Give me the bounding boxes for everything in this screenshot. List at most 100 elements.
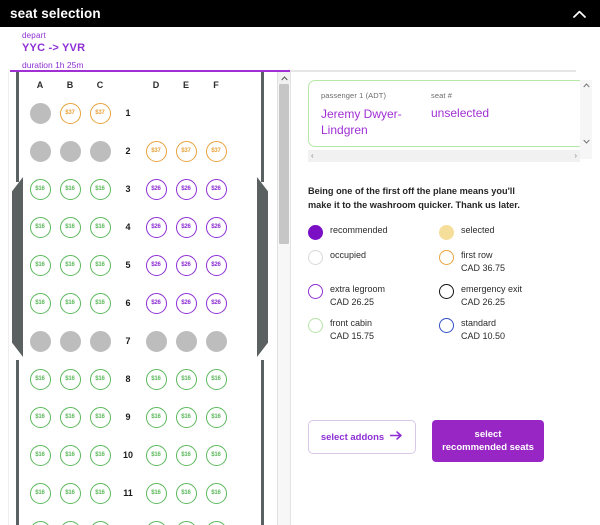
seat-11A[interactable]: $16 bbox=[29, 482, 51, 504]
seat-1C[interactable]: $37 bbox=[89, 102, 111, 124]
seat-10F[interactable]: $16 bbox=[205, 444, 227, 466]
seat-8B[interactable]: $16 bbox=[59, 368, 81, 390]
seat-1B[interactable]: $37 bbox=[59, 102, 81, 124]
seat-11F[interactable]: $16 bbox=[205, 482, 227, 504]
seat-3E[interactable]: $26 bbox=[175, 178, 197, 200]
seat-12F[interactable]: $16 bbox=[205, 520, 227, 525]
passenger-vertical-scrollbar[interactable] bbox=[580, 80, 592, 159]
row-number: 4 bbox=[125, 222, 131, 232]
seat-10D[interactable]: $16 bbox=[145, 444, 167, 466]
seat-2F[interactable]: $37 bbox=[205, 140, 227, 162]
seat-10E[interactable]: $16 bbox=[175, 444, 197, 466]
row-number: 7 bbox=[125, 336, 131, 346]
seat-3B[interactable]: $16 bbox=[59, 178, 81, 200]
seat-6E[interactable]: $26 bbox=[175, 292, 197, 314]
seat-4B[interactable]: $16 bbox=[59, 216, 81, 238]
seat-12D[interactable]: $16 bbox=[145, 520, 167, 525]
seat-row: 7 bbox=[25, 322, 257, 360]
seat-11C[interactable]: $16 bbox=[89, 482, 111, 504]
seat-2D[interactable]: $37 bbox=[145, 140, 167, 162]
legend-text-block: first row CAD 36.75 bbox=[461, 249, 505, 274]
seat-cell: $16 bbox=[141, 444, 171, 466]
seat-9F[interactable]: $16 bbox=[205, 406, 227, 428]
seat-6F[interactable]: $26 bbox=[205, 292, 227, 314]
seatmap-scrollbar[interactable] bbox=[277, 72, 290, 525]
seat-12B[interactable]: $16 bbox=[59, 520, 81, 525]
legend-item-selected[interactable]: selected bbox=[439, 224, 586, 240]
seat-12A[interactable]: $16 bbox=[29, 520, 51, 525]
fuselage-left-top bbox=[16, 72, 19, 182]
row-number: 6 bbox=[125, 298, 131, 308]
seat-cell: $37 bbox=[85, 102, 115, 124]
seat-6C[interactable]: $16 bbox=[89, 292, 111, 314]
seat-8C[interactable]: $16 bbox=[89, 368, 111, 390]
legend-swatch bbox=[439, 250, 454, 265]
seat-8F[interactable]: $16 bbox=[205, 368, 227, 390]
seat-8D[interactable]: $16 bbox=[145, 368, 167, 390]
select-recommended-seats-button[interactable]: select recommended seats bbox=[432, 420, 544, 462]
seat-12C[interactable]: $16 bbox=[89, 520, 111, 525]
select-addons-button[interactable]: select addons bbox=[308, 420, 416, 454]
seat-11D[interactable]: $16 bbox=[145, 482, 167, 504]
seat-9E[interactable]: $16 bbox=[175, 406, 197, 428]
seat-4E[interactable]: $26 bbox=[175, 216, 197, 238]
column-header-E: E bbox=[182, 79, 189, 90]
legend-item-extra-legroom[interactable]: extra legroom CAD 26.25 bbox=[308, 283, 439, 308]
seat-3C[interactable]: $16 bbox=[89, 178, 111, 200]
seat-6B[interactable]: $16 bbox=[59, 292, 81, 314]
seat-4A[interactable]: $16 bbox=[29, 216, 51, 238]
seat-6A[interactable]: $16 bbox=[29, 292, 51, 314]
seat-row: $16$16$1612$16$16$16 bbox=[25, 512, 257, 525]
seat-1F bbox=[206, 103, 227, 124]
seat-9D[interactable]: $16 bbox=[145, 406, 167, 428]
seat-cell: $16 bbox=[25, 216, 55, 238]
seat-7F bbox=[205, 330, 227, 352]
right-panel: passenger 1 (ADT) Jeremy Dwyer-Lindgren … bbox=[291, 72, 600, 525]
seat-9B[interactable]: $16 bbox=[59, 406, 81, 428]
seat-6D[interactable]: $26 bbox=[145, 292, 167, 314]
seat-3F[interactable]: $26 bbox=[205, 178, 227, 200]
legend-item-standard[interactable]: standard CAD 10.50 bbox=[439, 317, 586, 342]
seat-cell: $26 bbox=[171, 216, 201, 238]
seat-5B[interactable]: $16 bbox=[59, 254, 81, 276]
seat-5E[interactable]: $26 bbox=[175, 254, 197, 276]
seat-5D[interactable]: $26 bbox=[145, 254, 167, 276]
passenger-card[interactable]: passenger 1 (ADT) Jeremy Dwyer-Lindgren … bbox=[308, 80, 586, 147]
seat-3A[interactable]: $16 bbox=[29, 178, 51, 200]
chevron-up-icon[interactable] bbox=[570, 5, 588, 23]
legend-item-emergency-exit[interactable]: emergency exit CAD 26.25 bbox=[439, 283, 586, 308]
seat-8A[interactable]: $16 bbox=[29, 368, 51, 390]
seat-11B[interactable]: $16 bbox=[59, 482, 81, 504]
seat-5A[interactable]: $16 bbox=[29, 254, 51, 276]
seat-2E[interactable]: $37 bbox=[175, 140, 197, 162]
legend-item-front-cabin[interactable]: front cabin CAD 15.75 bbox=[308, 317, 439, 342]
scroll-up-icon[interactable] bbox=[278, 72, 290, 84]
seat-4C[interactable]: $16 bbox=[89, 216, 111, 238]
seat-5C[interactable]: $16 bbox=[89, 254, 111, 276]
seat-10A[interactable]: $16 bbox=[29, 444, 51, 466]
chevron-left-icon[interactable]: ‹ bbox=[311, 152, 314, 160]
passenger-scroll-up-icon[interactable] bbox=[580, 80, 592, 91]
seat-9C[interactable]: $16 bbox=[89, 406, 111, 428]
seat-4D[interactable]: $26 bbox=[145, 216, 167, 238]
seat-cell: $16 bbox=[171, 520, 201, 525]
seat-12E[interactable]: $16 bbox=[175, 520, 197, 525]
seat-4F[interactable]: $26 bbox=[205, 216, 227, 238]
seat-5F[interactable]: $26 bbox=[205, 254, 227, 276]
seat-9A[interactable]: $16 bbox=[29, 406, 51, 428]
select-addons-label: select addons bbox=[320, 431, 385, 443]
legend-item-recommended[interactable]: recommended bbox=[308, 224, 439, 240]
chevron-right-icon[interactable]: › bbox=[574, 152, 577, 160]
legend-item-first-row[interactable]: first row CAD 36.75 bbox=[439, 249, 586, 274]
passenger-horizontal-scrollbar[interactable]: ‹ › bbox=[308, 150, 580, 162]
seat-cell: $16 bbox=[85, 254, 115, 276]
seat-cell: $16 bbox=[141, 482, 171, 504]
legend-item-occupied[interactable]: occupied bbox=[308, 249, 439, 274]
seatmap-scroll-thumb[interactable] bbox=[279, 84, 289, 244]
seat-3D[interactable]: $26 bbox=[145, 178, 167, 200]
seat-10C[interactable]: $16 bbox=[89, 444, 111, 466]
seat-8E[interactable]: $16 bbox=[175, 368, 197, 390]
seat-10B[interactable]: $16 bbox=[59, 444, 81, 466]
passenger-scroll-down-icon[interactable] bbox=[580, 136, 592, 147]
seat-11E[interactable]: $16 bbox=[175, 482, 197, 504]
